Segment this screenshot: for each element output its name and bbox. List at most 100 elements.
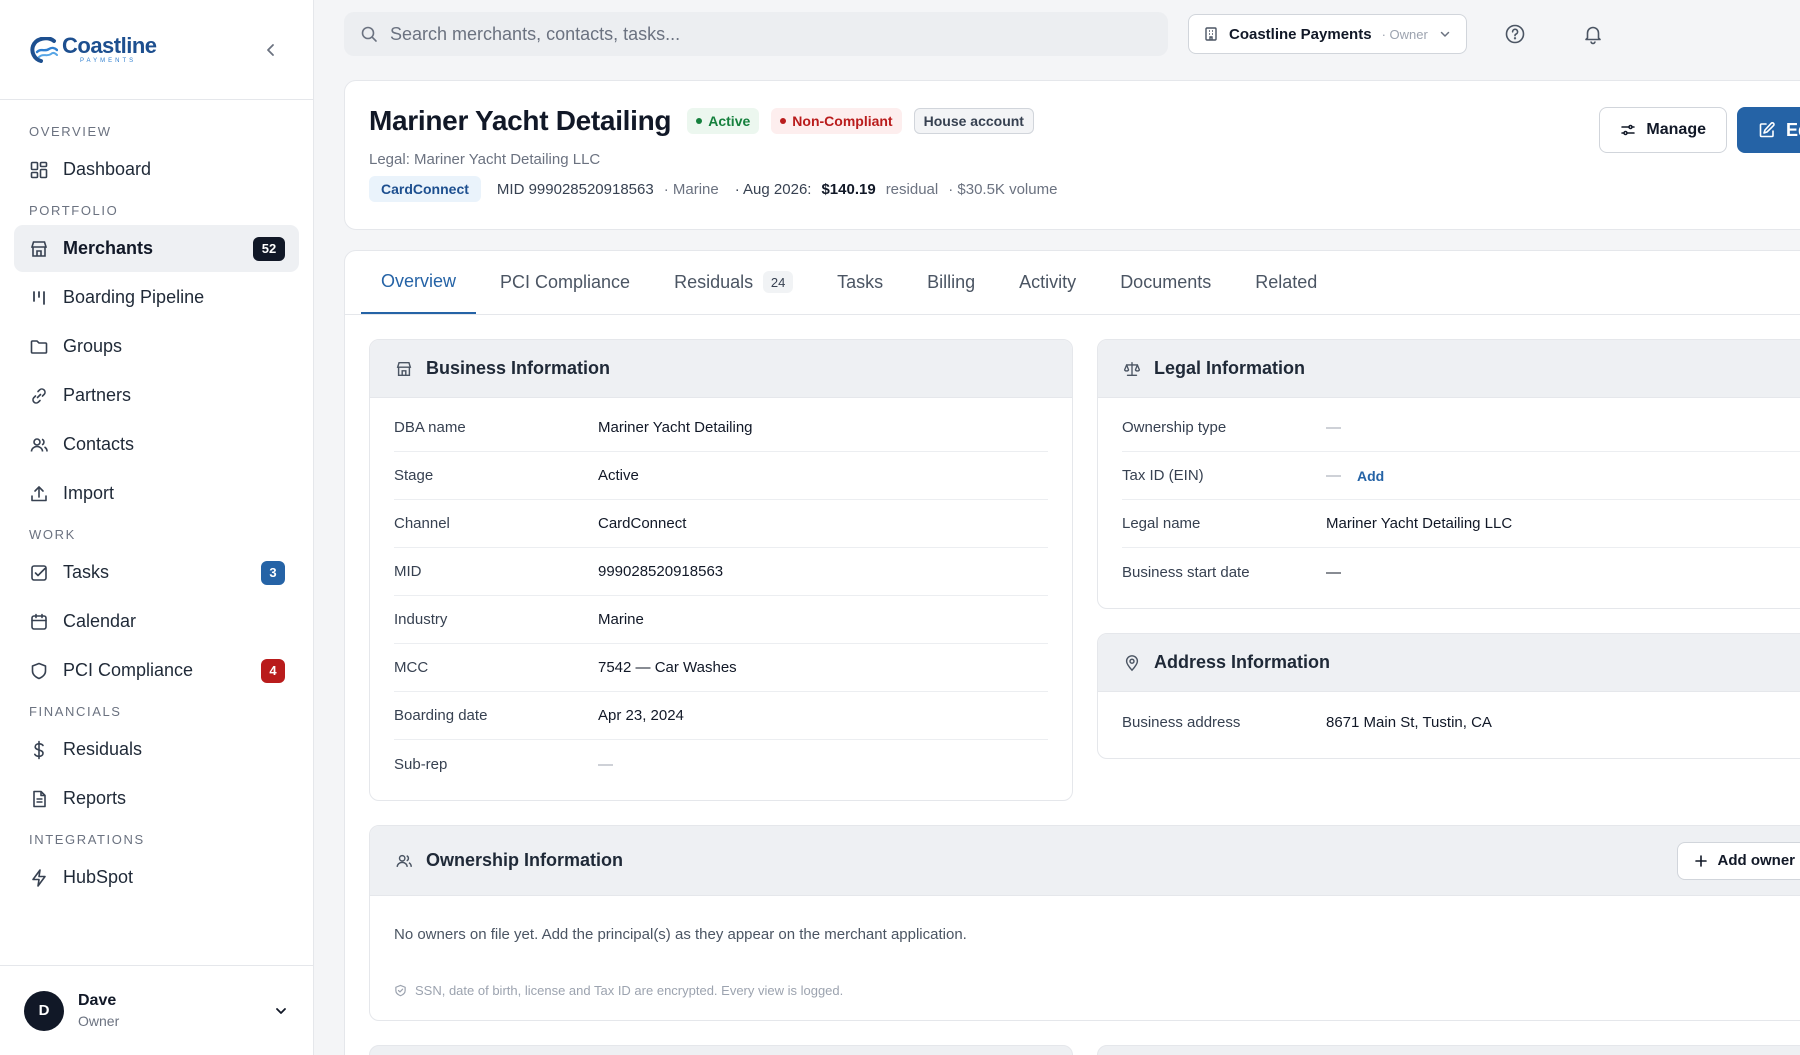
field-value: —: [1326, 563, 1341, 581]
shield-check-icon: [395, 984, 406, 997]
ownership-body: No owners on file yet. Add the principal…: [370, 896, 1800, 1020]
section-label-overview: OVERVIEW: [29, 124, 112, 139]
manage-button[interactable]: Manage: [1599, 107, 1727, 153]
tab-tasks[interactable]: Tasks: [817, 250, 903, 314]
sidebar: Coastline PAYMENTS OVERVIEW Dashboard PO…: [0, 0, 314, 1055]
period-label: · Aug 2026:: [734, 180, 812, 198]
section-label-portfolio: PORTFOLIO: [29, 203, 119, 218]
legal-name-line: Legal: Mariner Yacht Detailing LLC: [369, 151, 601, 168]
legal-info-rows: Ownership type — Tax ID (EIN) — Add Legal n…: [1098, 398, 1800, 596]
field-key: Channel: [394, 515, 450, 532]
tab-label: Residuals: [674, 271, 754, 292]
field-row: Stage Active: [394, 452, 1048, 500]
users-icon: [29, 435, 49, 455]
tab-documents[interactable]: Documents: [1100, 250, 1231, 314]
users-icon: [394, 851, 414, 871]
user-role: Owner: [78, 1012, 120, 1029]
notifications-button[interactable]: [1573, 14, 1613, 54]
field-row: Boarding date Apr 23, 2024: [394, 692, 1048, 740]
sidebar-item-label: Calendar: [63, 611, 137, 631]
sidebar-item-boarding-pipeline[interactable]: Boarding Pipeline: [14, 274, 299, 321]
sidebar-item-calendar[interactable]: Calendar: [14, 598, 299, 645]
field-key: Ownership type: [1122, 419, 1227, 436]
sidebar-item-pci-compliance[interactable]: PCI Compliance 4: [14, 647, 299, 694]
bell-icon: [1584, 26, 1601, 45]
edit-button[interactable]: Edit: [1737, 107, 1800, 153]
channel-chip[interactable]: CardConnect: [369, 176, 481, 202]
chevron-down-icon: [1440, 31, 1450, 37]
field-row: Sub-rep —: [394, 740, 1048, 788]
field-value: —: [1326, 419, 1341, 436]
avatar: D: [24, 990, 64, 1031]
sidebar-item-import[interactable]: Import: [14, 470, 299, 517]
tab-activity[interactable]: Activity: [999, 250, 1096, 314]
org-switcher[interactable]: Coastline Payments · Owner: [1188, 14, 1467, 54]
tab-label: Billing: [927, 271, 976, 292]
field-key: Stage: [394, 467, 434, 484]
search-box[interactable]: [344, 12, 1168, 56]
tab-label: Documents: [1120, 271, 1212, 292]
user-menu[interactable]: D Dave Owner: [0, 965, 313, 1055]
dashboard-icon: [29, 160, 49, 180]
residual-label: residual: [885, 180, 939, 198]
section-label-work: WORK: [29, 527, 76, 542]
add-owner-button[interactable]: Add owner: [1676, 841, 1800, 880]
section-label-financials: FINANCIALS: [29, 704, 122, 719]
merchant-title-row: Mariner Yacht Detailing Active Non-Compl…: [369, 105, 1800, 137]
tab-overview[interactable]: Overview: [361, 250, 477, 314]
tab-label: Tasks: [837, 271, 884, 292]
header-actions: Manage Edit: [1599, 107, 1800, 153]
user-name: Dave: [78, 992, 117, 1009]
chevron-left-icon: [267, 43, 274, 56]
account-tag: House account: [913, 108, 1034, 134]
status-label: Active: [708, 113, 751, 129]
field-key: Business start date: [1122, 563, 1250, 581]
store-icon: [394, 359, 414, 379]
sidebar-item-partners[interactable]: Partners: [14, 372, 299, 419]
field-value: 7542 — Car Washes: [598, 659, 737, 676]
help-button[interactable]: [1495, 14, 1535, 54]
field-row: Industry Marine: [394, 596, 1048, 644]
field-row: Ownership type —: [1122, 404, 1800, 452]
ownership-information-panel: Ownership Information Add owner No owner…: [369, 825, 1800, 1021]
wave-logo-icon: [30, 36, 58, 63]
field-value: CardConnect: [598, 515, 687, 532]
sidebar-item-hubspot[interactable]: HubSpot: [14, 854, 299, 901]
collapse-sidebar-button[interactable]: [259, 38, 283, 62]
field-key: Legal name: [1122, 515, 1201, 532]
section-label-integrations: INTEGRATIONS: [29, 832, 145, 847]
empty-state-text: No owners on file yet. Add the principal…: [394, 926, 967, 943]
search-input[interactable]: [390, 23, 1152, 45]
search-icon: [361, 26, 377, 42]
tab-residuals[interactable]: Residuals 24: [654, 250, 813, 314]
panel-title: Address Information: [1154, 652, 1331, 672]
panel-title: Ownership Information: [426, 850, 624, 870]
shield-icon: [29, 661, 49, 681]
upload-icon: [29, 484, 49, 504]
field-row: Legal name Mariner Yacht Detailing LLC: [1122, 500, 1800, 548]
sidebar-item-merchants[interactable]: Merchants 52: [14, 225, 299, 272]
calendar-icon: [29, 612, 49, 632]
tab-billing[interactable]: Billing: [907, 250, 995, 314]
add-tax-id-link[interactable]: Add: [1357, 468, 1384, 484]
business-info-rows: DBA name Mariner Yacht Detailing Stage Act…: [370, 398, 1072, 788]
tab-related[interactable]: Related: [1235, 250, 1337, 314]
tab-pci-compliance[interactable]: PCI Compliance: [480, 250, 650, 314]
merchant-detail-card: Overview PCI Compliance Residuals 24 Task…: [344, 250, 1800, 1055]
sidebar-item-contacts[interactable]: Contacts: [14, 421, 299, 468]
sidebar-nav: OVERVIEW Dashboard PORTFOLIO Merchants 5…: [0, 100, 313, 901]
sidebar-item-tasks[interactable]: Tasks 3: [14, 549, 299, 596]
brand-logo[interactable]: Coastline PAYMENTS: [30, 35, 157, 64]
sidebar-item-reports[interactable]: Reports: [14, 775, 299, 822]
bolt-icon: [29, 868, 49, 888]
sidebar-item-dashboard[interactable]: Dashboard: [14, 146, 299, 193]
field-value: Active: [598, 467, 639, 484]
sidebar-item-label: PCI Compliance: [63, 660, 194, 680]
residual-amount: $140.19: [821, 180, 876, 198]
sliders-icon: [1621, 124, 1636, 136]
sidebar-item-groups[interactable]: Groups: [14, 323, 299, 370]
map-pin-icon: [1122, 653, 1142, 673]
sidebar-item-residuals[interactable]: Residuals: [14, 726, 299, 773]
next-panel-left: [369, 1045, 1073, 1055]
plus-icon: [1694, 854, 1707, 867]
